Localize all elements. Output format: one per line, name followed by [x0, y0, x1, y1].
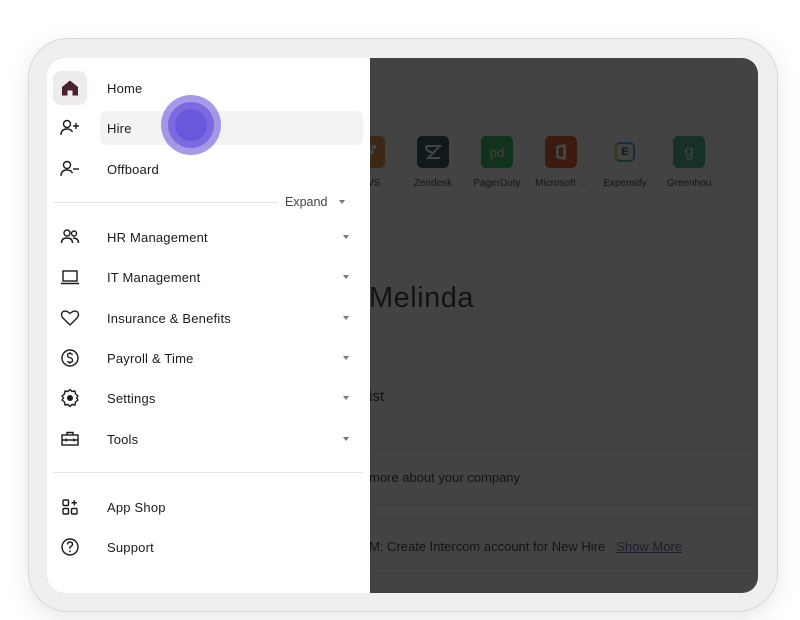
expand-toggle[interactable]: Expand: [285, 195, 346, 209]
caret-down-icon: [343, 275, 349, 279]
sidebar-item-label: App Shop: [107, 499, 166, 515]
caret-down-icon: [343, 235, 349, 239]
sidebar-item-label: Insurance & Benefits: [107, 310, 231, 326]
user-minus-icon: [53, 152, 87, 186]
sidebar-item-settings[interactable]: Settings: [53, 381, 363, 415]
caret-down-icon: [343, 396, 349, 400]
sidebar-item-tools[interactable]: Tools: [53, 422, 363, 456]
toolbox-icon: [53, 422, 87, 456]
caret-down-icon: [339, 200, 346, 204]
question-circle-icon: [53, 530, 87, 564]
sidebar-item-offboard[interactable]: Offboard: [53, 152, 363, 186]
sidebar-item-label: Hire: [107, 120, 132, 136]
sidebar-menu: Home Hire Offboard Expand HR Management: [47, 58, 370, 593]
sidebar-item-support[interactable]: Support: [53, 530, 363, 564]
sidebar-item-hr-management[interactable]: HR Management: [53, 220, 363, 254]
sidebar-item-hire[interactable]: Hire: [53, 111, 363, 145]
sidebar-item-app-shop[interactable]: App Shop: [53, 490, 363, 524]
sidebar-item-insurance-benefits[interactable]: Insurance & Benefits: [53, 301, 363, 335]
sidebar-item-label: Tools: [107, 431, 139, 447]
app-screen: AWS Zendesk pd PagerDuty Microsoft ... E: [47, 58, 758, 593]
gear-icon: [53, 381, 87, 415]
caret-down-icon: [343, 437, 349, 441]
heart-icon: [53, 301, 87, 335]
sidebar-item-it-management[interactable]: IT Management: [53, 260, 363, 294]
caret-down-icon: [343, 356, 349, 360]
sidebar-item-label: Payroll & Time: [107, 350, 194, 366]
sidebar-item-label: Offboard: [107, 161, 159, 177]
sidebar-item-label: IT Management: [107, 269, 201, 285]
home-icon: [53, 71, 87, 105]
app-grid-plus-icon: [53, 490, 87, 524]
divider: [53, 472, 363, 473]
sidebar-item-label: Home: [107, 80, 143, 96]
caret-down-icon: [343, 316, 349, 320]
user-plus-icon: [53, 111, 87, 145]
divider: [53, 202, 278, 203]
people-icon: [53, 220, 87, 254]
sidebar-item-label: Settings: [107, 390, 156, 406]
laptop-icon: [53, 260, 87, 294]
sidebar-item-home[interactable]: Home: [53, 71, 363, 105]
expand-label: Expand: [285, 195, 328, 209]
sidebar-item-label: HR Management: [107, 229, 208, 245]
sidebar-item-payroll-time[interactable]: Payroll & Time: [53, 341, 363, 375]
dollar-circle-icon: [53, 341, 87, 375]
sidebar-item-label: Support: [107, 539, 154, 555]
